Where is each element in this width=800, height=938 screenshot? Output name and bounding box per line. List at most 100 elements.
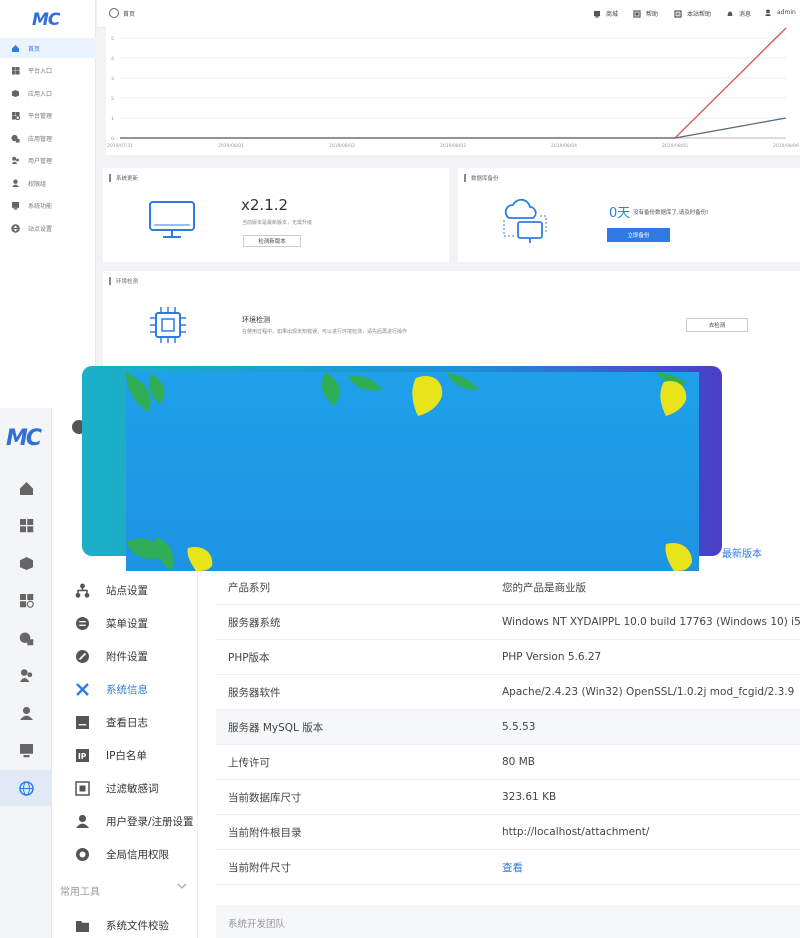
- info-value: 323.61 KB: [502, 791, 557, 803]
- menu-item[interactable]: 站点设置: [52, 574, 198, 607]
- chart-canvas: 0 1 2 3 4 5 2019/07/31 2019/08/01 2019/08/02 2019…: [107, 27, 799, 149]
- bell-icon: [726, 10, 734, 17]
- monitor-icon: [10, 201, 20, 211]
- info-row: 服务器软件 Apache/2.4.23 (Win32) OpenSSL/1.0.2…: [216, 675, 800, 710]
- user-icon[interactable]: [0, 695, 52, 731]
- menu-item[interactable]: 用户登录/注册设置: [52, 805, 198, 838]
- sidebar-item[interactable]: 应用管理: [0, 128, 96, 148]
- info-value: Apache/2.4.23 (Win32) OpenSSL/1.0.2j mod…: [502, 686, 795, 698]
- users-icon: [10, 156, 20, 166]
- info-row: 服务器 MySQL 版本 5.5.53: [216, 710, 800, 745]
- x-tick-label: 2019/08/05: [662, 143, 688, 149]
- menu-item[interactable]: 附件设置: [52, 640, 198, 673]
- leaf-banner: [126, 372, 699, 571]
- y-tick-label: 1: [111, 116, 114, 122]
- sidebar-item[interactable]: 权限组: [0, 173, 96, 193]
- menu-item[interactable]: 系统信息: [52, 673, 198, 706]
- y-tick-label: 2: [111, 96, 114, 102]
- log-icon: [74, 715, 90, 731]
- info-value: PHP Version 5.6.27: [502, 651, 602, 663]
- leaf-decoration: [126, 372, 692, 571]
- menu-item[interactable]: IP IP白名单: [52, 739, 198, 772]
- grid-icon[interactable]: [0, 508, 52, 544]
- menu-item[interactable]: 菜单设置: [52, 607, 198, 640]
- header-title: 首页: [123, 11, 136, 18]
- person-icon: [74, 814, 90, 830]
- y-tick-label: 0: [111, 136, 114, 142]
- db-backup-panel: 数据库备份 0天 没有备份数据库了,请及时备份! 立即备份: [458, 168, 800, 262]
- sidebar-item[interactable]: 平台管理: [0, 106, 96, 126]
- sidebar-item[interactable]: 系统功能: [0, 196, 96, 216]
- menu-item-label: 附件设置: [106, 651, 148, 663]
- sidebar-item[interactable]: 站点设置: [0, 218, 96, 238]
- x-tick-label: 2019/08/03: [440, 143, 466, 149]
- sidebar-item[interactable]: 应用入口: [0, 83, 96, 103]
- view-link[interactable]: 查看: [502, 860, 523, 875]
- menu-item[interactable]: 查看日志: [52, 706, 198, 739]
- info-label: 产品系列: [228, 581, 270, 594]
- latest-version-text[interactable]: 最新版本: [722, 545, 762, 560]
- header-link-label: admin: [777, 9, 796, 16]
- cubes-icon[interactable]: [0, 620, 52, 656]
- box-icon[interactable]: [0, 545, 52, 581]
- tool-item-label: 系统文件校验: [106, 920, 169, 932]
- grid-icon: [10, 66, 20, 76]
- menu-item-label: 站点设置: [106, 585, 148, 597]
- users-icon[interactable]: [0, 658, 52, 694]
- svg-text:IP: IP: [78, 752, 87, 761]
- user-icon: [764, 9, 772, 16]
- header-link-label: 商城: [606, 11, 619, 18]
- logo: MC: [6, 426, 42, 451]
- check-update-button[interactable]: 检测新版本: [243, 235, 301, 247]
- header-link[interactable]: 本站帮助: [674, 9, 711, 18]
- menu-item[interactable]: 全局信用权限: [52, 838, 198, 871]
- header-link-label: 帮助: [646, 11, 659, 18]
- home-icon[interactable]: [0, 470, 52, 506]
- info-value: 您的产品是商业版: [502, 581, 586, 594]
- info-label: 服务器 MySQL 版本: [228, 721, 324, 734]
- info-row: PHP版本 PHP Version 5.6.27: [216, 640, 800, 675]
- sidebar-item-label: 系统功能: [28, 203, 53, 210]
- ip-icon: IP: [74, 748, 90, 764]
- env-check-button[interactable]: 去检测: [686, 318, 748, 332]
- x-tick-label: 2019/08/04: [551, 143, 577, 149]
- tool-item[interactable]: 系统文件校验: [52, 909, 198, 938]
- info-label: 当前附件尺寸: [228, 861, 291, 874]
- info-label: 上传许可: [228, 756, 270, 769]
- menu-item[interactable]: 过滤敏感词: [52, 772, 198, 805]
- panel-title: 系统更新: [109, 174, 138, 182]
- monitor-icon[interactable]: [0, 733, 52, 769]
- credit-icon: [74, 847, 90, 863]
- header-link-label: 本站帮助: [687, 11, 712, 18]
- grid2-icon[interactable]: [0, 583, 52, 619]
- sidebar-item-label: 用户管理: [28, 158, 53, 165]
- info-value: 5.5.53: [502, 721, 536, 733]
- logo: MC: [32, 10, 60, 30]
- sitemap-icon: [74, 583, 90, 599]
- sidebar-item[interactable]: 用户管理: [0, 151, 96, 171]
- wrench-icon: [74, 682, 90, 698]
- dashboard-icon: [109, 8, 119, 18]
- backup-desc: 没有备份数据库了,请及时备份!: [633, 210, 709, 216]
- header-link[interactable]: admin: [764, 9, 796, 16]
- sidebar-item[interactable]: 平台入口: [0, 61, 96, 81]
- chevron-down-icon[interactable]: [177, 882, 187, 890]
- header-link[interactable]: 帮助: [633, 9, 658, 18]
- info-label: PHP版本: [228, 651, 270, 664]
- panel-title: 环境检测: [109, 277, 138, 285]
- version-number: x2.1.2: [241, 196, 289, 214]
- x-tick-label: 2019/08/06: [773, 143, 799, 149]
- sidebar-item-label: 应用入口: [28, 90, 53, 98]
- home-icon: [10, 43, 20, 53]
- info-label: 服务器软件: [228, 686, 281, 699]
- globe-icon[interactable]: [0, 770, 52, 806]
- globe-icon: [10, 223, 20, 233]
- header-link[interactable]: 商城: [593, 9, 618, 18]
- tools-section-title: 常用工具: [60, 887, 100, 898]
- header-link[interactable]: 消息: [726, 9, 751, 18]
- y-tick-label: 4: [111, 56, 114, 62]
- backup-now-button[interactable]: 立即备份: [607, 228, 670, 242]
- info-row: 上传许可 80 MB: [216, 745, 800, 780]
- info-label: 当前附件根目录: [228, 826, 302, 839]
- sidebar-item[interactable]: 首页: [0, 38, 96, 58]
